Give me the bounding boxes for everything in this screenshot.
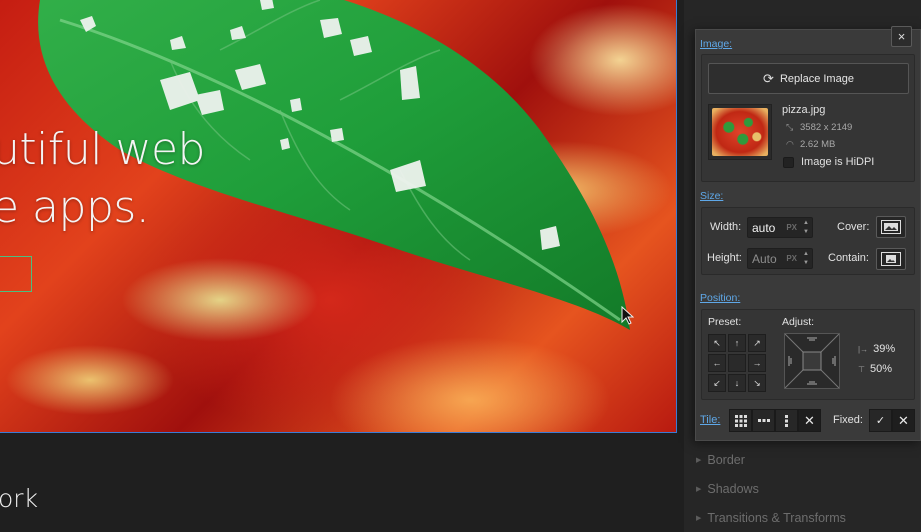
arrow-down-right-icon[interactable]: ↘ [748,374,766,392]
arrow-up-right-icon[interactable]: ↗ [748,334,766,352]
gauge-icon: ◠ [786,139,794,149]
contain-label: Contain: [828,252,869,264]
dots-horizontal-icon [757,418,770,422]
sidebar-item-border[interactable]: ▶ Border [696,453,745,467]
sidebar-item-label: Transitions & Transforms [707,511,846,525]
position-adjust-pad[interactable] [784,333,840,389]
position-section-label: Position: [700,292,741,304]
triangle-right-icon: ▶ [696,486,702,493]
image-filesize: ◠ 2.62 MB [786,139,836,150]
contain-button[interactable] [876,248,906,270]
cover-button[interactable] [876,216,906,238]
tile-none-button[interactable]: ✕ [798,409,821,432]
replace-image-label: Replace Image [779,72,854,85]
fixed-off-button[interactable]: ✕ [892,409,915,432]
tile-label: Tile: [700,414,721,426]
app-stage: utiful web e apps. ork ▶ Border ▶ Shadow… [0,0,921,532]
close-panel-button[interactable]: × [891,26,912,47]
sidebar-item-label: Border [707,453,745,467]
arrow-down-icon[interactable]: ↓ [728,374,746,392]
page-canvas[interactable]: utiful web e apps. [0,0,677,433]
height-unit: PX [786,254,797,263]
checkmark-icon: ✓ [875,415,886,427]
center-cell[interactable] [728,354,746,372]
width-stepper[interactable]: ▲ ▼ [801,219,811,236]
resize-icon: ⤡ [786,122,794,132]
dots-vertical-icon [784,414,788,427]
size-section-label: Size: [700,190,724,202]
preset-label: Preset: [708,316,742,328]
hero-heading-line-1: utiful web [0,124,205,175]
image-dimensions: ⤡ 3582 x 2149 [786,122,853,133]
image-cover-icon [881,220,901,234]
close-icon: ✕ [898,412,909,428]
horizontal-offset-icon: |→ [858,344,869,354]
cover-label: Cover: [837,221,870,233]
close-icon: ✕ [804,412,815,428]
tile-repeat-x-button[interactable] [752,409,775,432]
arrow-up-left-icon[interactable]: ↖ [708,334,726,352]
position-y-value[interactable]: ⊤ 50% [858,363,892,375]
fixed-on-button[interactable]: ✓ [869,409,892,432]
hidpi-label: Image is HiDPI [801,156,875,168]
refresh-icon: ⟳ [763,70,774,86]
position-adjust-icon [784,333,840,389]
section-heading: ork [0,484,39,513]
image-contain-icon [881,252,901,266]
hero-cta-outline[interactable] [0,256,32,292]
image-thumbnail [708,104,772,160]
basil-leaf-image [38,0,630,330]
height-input[interactable]: Auto PX ▲ ▼ [747,248,813,269]
arrow-right-icon[interactable]: → [748,354,766,372]
sidebar-item-shadows[interactable]: ▶ Shadows [696,482,759,496]
replace-image-button[interactable]: ⟳ Replace Image [708,63,909,94]
triangle-right-icon: ▶ [696,457,702,464]
triangle-right-icon: ▶ [696,515,702,522]
adjust-label: Adjust: [782,316,815,328]
position-x-value[interactable]: |→ 39% [858,343,895,355]
width-unit: PX [786,223,797,232]
hero-heading-line-2: e apps. [0,182,150,233]
vertical-offset-icon: ⊤ [858,364,865,374]
width-input[interactable]: auto PX ▲ ▼ [747,217,813,238]
hidpi-checkbox[interactable] [783,157,794,168]
tile-repeat-button[interactable] [729,409,752,432]
height-stepper[interactable]: ▲ ▼ [801,250,811,267]
width-label: Width: [710,221,742,233]
position-preset-grid: ↖ ↑ ↗ ← → ↙ ↓ ↘ [708,334,766,392]
arrow-up-icon[interactable]: ↑ [728,334,746,352]
height-label: Height: [707,252,742,264]
arrow-left-icon[interactable]: ← [708,354,726,372]
tile-repeat-y-button[interactable] [775,409,798,432]
fixed-label: Fixed: [833,414,863,426]
sidebar-item-label: Shadows [707,482,759,496]
grid-icon [734,414,747,427]
image-filename: pizza.jpg [782,104,826,116]
mouse-cursor-icon [621,306,634,325]
sidebar-item-transitions[interactable]: ▶ Transitions & Transforms [696,511,846,525]
image-section-label: Image: [700,38,733,50]
arrow-down-left-icon[interactable]: ↙ [708,374,726,392]
